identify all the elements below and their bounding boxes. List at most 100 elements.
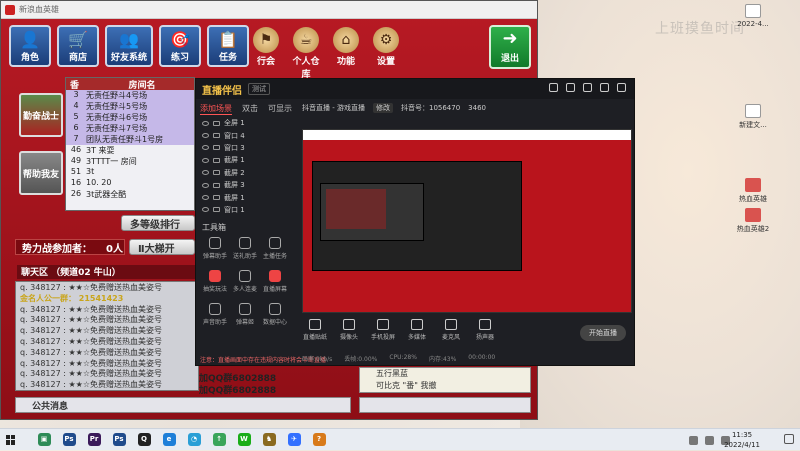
taskbar-app[interactable]: Ps — [58, 429, 80, 451]
bottom-tool-button[interactable]: 摄像头 — [336, 319, 362, 341]
bottom-tool-button[interactable]: 多媒体 — [404, 319, 430, 341]
table-row[interactable]: 49 3TTTT一 房间 — [66, 156, 194, 167]
desktop-icon[interactable]: 热血英雄 — [718, 178, 788, 204]
eye-icon[interactable] — [202, 157, 209, 163]
taskbar-app[interactable]: W — [233, 429, 255, 451]
table-row[interactable]: 5 无责任野斗6号场 — [66, 112, 194, 123]
scene-item[interactable]: 全屏 1 — [200, 117, 296, 129]
lock-icon[interactable] — [213, 207, 220, 213]
scene-item[interactable]: 截屏 3 — [200, 179, 296, 191]
exit-button[interactable]: ➜ 退出 — [489, 25, 531, 69]
bottom-tool-icon — [445, 319, 457, 330]
tool-button[interactable]: 弹幕姬 — [230, 303, 260, 326]
tool-button[interactable]: 声音助手 — [200, 303, 230, 326]
tab-visible[interactable]: 可显示 — [268, 103, 292, 115]
bottom-tool-button[interactable]: 麦克风 — [438, 319, 464, 341]
taskbar-app[interactable]: ✈ — [283, 429, 305, 451]
list-item[interactable]: 可比克 "番" 我撤 — [360, 380, 530, 392]
table-row[interactable]: 7 团队无责任野斗1号房 — [66, 134, 194, 145]
eye-icon[interactable] — [202, 133, 209, 139]
tool-button[interactable]: 送礼助手 — [230, 237, 260, 260]
nav-shop-button[interactable]: 🛒 商店 — [57, 25, 99, 67]
taskbar-app[interactable]: ♞ — [258, 429, 280, 451]
ladder-button[interactable]: Ⅱ大梯开 — [129, 239, 195, 255]
scene-item[interactable]: 窗口 3 — [200, 142, 296, 154]
eye-icon[interactable] — [202, 145, 209, 151]
taskbar-app[interactable]: Q — [133, 429, 155, 451]
lock-icon[interactable] — [213, 120, 220, 126]
bottom-tool-button[interactable]: 直播贴纸 — [302, 319, 328, 341]
desktop-icon[interactable]: 热血英雄2 — [718, 208, 788, 234]
volume-icon[interactable] — [705, 435, 714, 445]
minimize-icon[interactable] — [600, 83, 609, 92]
function-button[interactable]: ⌂ 功能 — [331, 27, 361, 80]
scene-item[interactable]: 窗口 4 — [200, 129, 296, 141]
game-titlebar[interactable]: 新浪血英雄 — [1, 1, 537, 19]
public-message-bar[interactable]: 公共消息 — [15, 397, 351, 413]
eye-icon[interactable] — [202, 182, 209, 188]
taskbar-app[interactable]: ◔ — [183, 429, 205, 451]
message-icon[interactable] — [549, 83, 558, 92]
round-label: 功能 — [336, 57, 355, 67]
notification-icon[interactable] — [784, 434, 794, 444]
lock-icon[interactable] — [213, 133, 220, 139]
start-live-button[interactable]: 开始直播 — [580, 325, 626, 341]
eye-icon[interactable] — [202, 195, 209, 201]
storage-button[interactable]: ☕ 个人仓库 — [291, 27, 321, 80]
tool-button[interactable]: 数据中心 — [260, 303, 290, 326]
scene-item[interactable]: 截屏 1 — [200, 154, 296, 166]
close-icon[interactable] — [617, 83, 626, 92]
eye-icon[interactable] — [202, 120, 209, 126]
taskbar-app[interactable]: ▣ — [33, 429, 55, 451]
lock-icon[interactable] — [213, 182, 220, 188]
taskbar-app[interactable]: Pr — [83, 429, 105, 451]
tool-button[interactable]: 直播屏幕 — [260, 270, 290, 293]
chat-input[interactable] — [359, 397, 531, 413]
nav-practice-button[interactable]: 🎯 练习 — [159, 25, 201, 67]
lock-icon[interactable] — [213, 170, 220, 176]
lock-icon[interactable] — [213, 195, 220, 201]
table-row[interactable]: 26 3t武器全酷 — [66, 189, 194, 200]
eye-icon[interactable] — [202, 170, 209, 176]
taskbar-app[interactable]: Ps — [108, 429, 130, 451]
lock-icon[interactable] — [213, 145, 220, 151]
settings-button[interactable]: ⚙ 设置 — [371, 27, 401, 80]
settings-icon[interactable] — [566, 83, 575, 92]
taskbar-app[interactable]: ↑ — [208, 429, 230, 451]
desktop-icon[interactable]: 新建文... — [718, 104, 788, 130]
ranking-button[interactable]: 多等级排行 — [121, 215, 195, 231]
edit-live-button[interactable]: 修改 — [372, 103, 393, 113]
tab-add-scene[interactable]: 添加场景 — [200, 103, 232, 115]
nav-character-button[interactable]: 👤 角色 — [9, 25, 51, 67]
start-button[interactable] — [0, 429, 22, 451]
tool-button[interactable]: 抽奖玩法 — [200, 270, 230, 293]
qq-line: 加QQ群6802888 — [199, 386, 277, 396]
table-row[interactable]: 16 10. 20 — [66, 178, 194, 189]
table-row[interactable]: 46 3T 来耍 — [66, 145, 194, 156]
nav-friends-button[interactable]: 👥 好友系统 — [105, 25, 153, 67]
scene-item[interactable]: 截屏 1 — [200, 191, 296, 203]
table-row[interactable]: 3 无责任野斗4号场 — [66, 90, 194, 101]
scene-item[interactable]: 截屏 2 — [200, 167, 296, 179]
table-row[interactable]: 6 无责任野斗7号场 — [66, 123, 194, 134]
network-icon[interactable] — [689, 435, 698, 445]
table-row[interactable]: 4 无责任野斗5号场 — [66, 101, 194, 112]
bottom-tool-button[interactable]: 扬声器 — [472, 319, 498, 341]
lock-icon[interactable] — [213, 157, 220, 163]
taskbar-app[interactable]: ? — [308, 429, 330, 451]
tool-button[interactable]: 弹幕助手 — [200, 237, 230, 260]
scene-item[interactable]: 窗口 1 — [200, 204, 296, 216]
nav-quest-button[interactable]: 📋 任务 — [207, 25, 249, 67]
tab-double[interactable]: 双击 — [242, 103, 258, 115]
table-row[interactable]: 51 3t — [66, 167, 194, 178]
taskbar-app[interactable]: e — [158, 429, 180, 451]
menu-icon[interactable] — [583, 83, 592, 92]
desktop-icon[interactable]: 2022-4... — [718, 4, 788, 28]
tool-button[interactable]: 多人连麦 — [230, 270, 260, 293]
bottom-tool-button[interactable]: 手机投屏 — [370, 319, 396, 341]
tool-button[interactable]: 主播任务 — [260, 237, 290, 260]
clock[interactable]: 11:35 2022/4/11 — [724, 430, 760, 450]
guild-button[interactable]: ⚑ 行会 — [251, 27, 281, 80]
list-item[interactable]: 五行黑蓝 — [360, 368, 530, 380]
eye-icon[interactable] — [202, 207, 209, 213]
